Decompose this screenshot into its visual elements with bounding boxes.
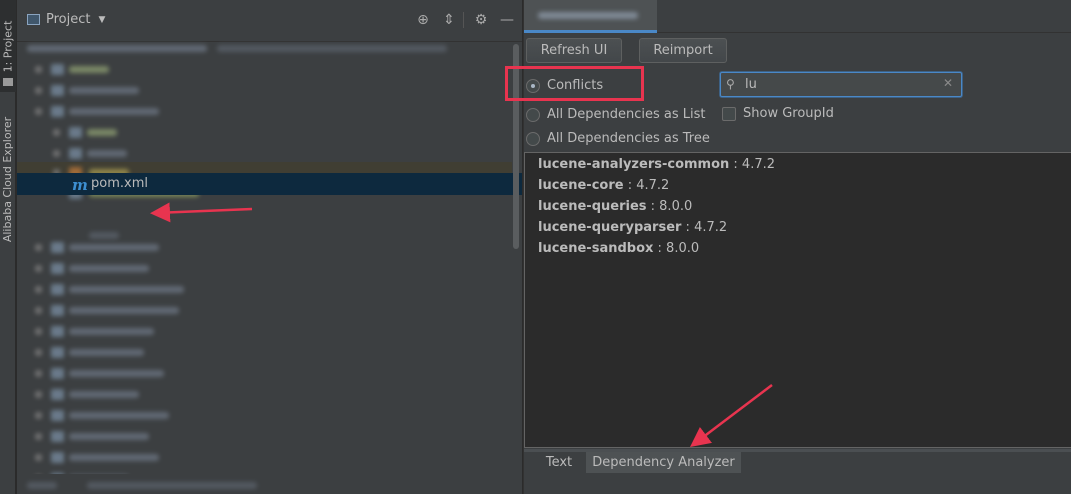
tree-item-label: pom.xml: [91, 176, 148, 191]
tab-dependency-analyzer[interactable]: Dependency Analyzer: [586, 452, 741, 473]
dependency-name: lucene-queries: [538, 199, 647, 214]
alibaba-cloud-tool-tab[interactable]: Alibaba Cloud Explorer: [0, 104, 16, 254]
search-input[interactable]: [745, 75, 935, 94]
search-icon[interactable]: ⚲: [726, 77, 735, 91]
tree-row[interactable]: [17, 38, 512, 59]
folder-icon: [3, 78, 13, 86]
dependency-version: : 4.7.2: [729, 157, 776, 172]
maven-m-icon: m: [72, 176, 88, 194]
chevron-down-icon: ▼: [98, 14, 106, 25]
divider: [463, 12, 464, 28]
dependency-version: : 4.7.2: [681, 220, 728, 235]
list-item[interactable]: lucene-core : 4.7.2: [538, 178, 669, 193]
tree-row[interactable]: [17, 258, 512, 279]
tree-row-pom-xml[interactable]: m pom.xml: [17, 173, 522, 195]
dependency-list: lucene-analyzers-common : 4.7.2 lucene-c…: [524, 152, 1071, 448]
all-dependencies-tree-label: All Dependencies as Tree: [547, 131, 710, 146]
tree-row[interactable]: [17, 279, 512, 300]
project-tree: [17, 30, 512, 490]
tree-row[interactable]: [17, 384, 512, 405]
alibaba-cloud-tool-tab-label: Alibaba Cloud Explorer: [1, 116, 15, 242]
reimport-button[interactable]: Reimport: [639, 38, 727, 63]
dependency-name: lucene-queryparser: [538, 220, 682, 235]
dependency-version: : 8.0.0: [653, 241, 700, 256]
show-groupid-label: Show GroupId: [743, 106, 834, 121]
all-dependencies-tree-radio[interactable]: All Dependencies as Tree: [526, 131, 710, 146]
tree-row[interactable]: [17, 321, 512, 342]
bottom-tab-bar: Text Dependency Analyzer: [524, 449, 1071, 473]
checkbox-icon: [722, 106, 736, 121]
collapse-all-icon[interactable]: ⇕: [441, 12, 457, 28]
list-item[interactable]: lucene-analyzers-common : 4.7.2: [538, 157, 775, 172]
list-item[interactable]: lucene-queries : 8.0.0: [538, 199, 692, 214]
dependency-version: : 4.7.2: [623, 178, 670, 193]
status-bar: [17, 474, 522, 494]
tree-row[interactable]: [17, 122, 512, 143]
editor-tab-bar: [524, 0, 1071, 33]
tree-row[interactable]: [17, 300, 512, 321]
project-tool-tab-label: 1: Project: [1, 20, 15, 72]
radio-icon: [526, 131, 540, 146]
project-panel: Project ▼ ⊕ ⇕ ⚙ — m pom.xml: [17, 0, 522, 494]
refresh-ui-button[interactable]: Refresh UI: [526, 38, 622, 63]
search-field[interactable]: ⚲ ✕: [720, 72, 962, 97]
tab-text[interactable]: Text: [536, 452, 582, 473]
editor-tab-pom[interactable]: [524, 0, 657, 33]
radio-icon: [526, 107, 540, 122]
tree-row[interactable]: [17, 101, 512, 122]
tree-row[interactable]: [17, 342, 512, 363]
tree-row[interactable]: [17, 405, 512, 426]
show-groupid-checkbox[interactable]: Show GroupId: [722, 106, 834, 121]
tree-row[interactable]: [17, 143, 512, 164]
tree-row[interactable]: [17, 80, 512, 101]
project-view-selector[interactable]: Project ▼: [27, 12, 105, 27]
all-dependencies-list-radio[interactable]: All Dependencies as List: [526, 107, 706, 122]
project-tool-tab[interactable]: 1: Project: [0, 0, 16, 92]
project-title: Project: [46, 12, 91, 27]
tool-window-strip: 1: Project Alibaba Cloud Explorer: [0, 0, 16, 494]
minimize-icon[interactable]: —: [499, 12, 515, 28]
project-icon: [27, 14, 40, 25]
tree-row[interactable]: [17, 447, 512, 468]
tree-row[interactable]: [17, 363, 512, 384]
dependency-version: : 8.0.0: [646, 199, 693, 214]
clear-icon[interactable]: ✕: [943, 76, 953, 90]
dependency-name: lucene-sandbox: [538, 241, 654, 256]
bottom-strip: [524, 473, 1071, 494]
dependency-name: lucene-core: [538, 178, 624, 193]
all-dependencies-list-label: All Dependencies as List: [547, 107, 706, 122]
tree-row[interactable]: [17, 59, 512, 80]
tree-row[interactable]: [17, 237, 512, 258]
tree-row[interactable]: [17, 426, 512, 447]
list-item[interactable]: lucene-sandbox : 8.0.0: [538, 241, 699, 256]
annotation-highlight-box: [505, 66, 644, 101]
list-item[interactable]: lucene-queryparser : 4.7.2: [538, 220, 727, 235]
dependency-name: lucene-analyzers-common: [538, 157, 730, 172]
locate-icon[interactable]: ⊕: [415, 12, 431, 28]
dependency-analyzer-panel: Refresh UI Reimport Conflicts All Depend…: [505, 0, 1071, 494]
gear-icon[interactable]: ⚙: [473, 12, 489, 28]
